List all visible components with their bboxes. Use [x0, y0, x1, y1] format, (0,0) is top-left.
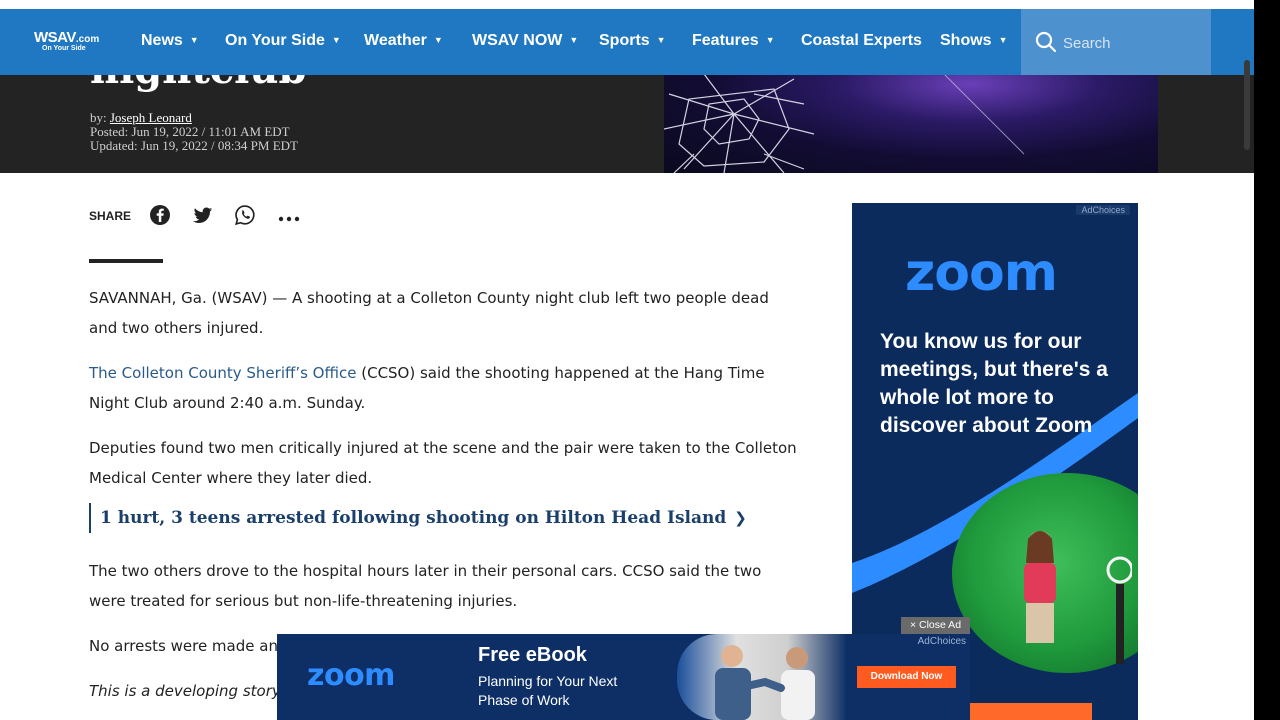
chevron-down-icon: ▼ — [569, 35, 579, 45]
scrollbar-thumb[interactable] — [1244, 60, 1250, 150]
search-icon — [1035, 31, 1057, 53]
adchoices-badge[interactable]: AdChoices — [918, 636, 966, 647]
facebook-icon[interactable] — [149, 204, 171, 226]
shattered-glass-graphic — [664, 74, 1025, 173]
nav-item-wsav-now[interactable]: WSAV NOW ▼ — [472, 32, 578, 50]
chevron-down-icon: ▼ — [189, 35, 199, 45]
nav-item-label: News — [141, 32, 183, 49]
updated-date: Updated: Jun 19, 2022 / 08:34 PM EDT — [90, 138, 298, 153]
zoom-logo: zoom — [307, 658, 395, 693]
author-link[interactable]: Joseph Leonard — [110, 110, 192, 125]
chevron-down-icon: ▼ — [433, 35, 443, 45]
nav-item-label: Features — [692, 32, 759, 49]
posted-date: Posted: Jun 19, 2022 / 11:01 AM EDT — [90, 124, 290, 139]
chevron-right-icon: ❯ — [734, 509, 747, 527]
article-paragraph: The Colleton County Sheriff’s Office (CC… — [89, 358, 799, 418]
window-edge — [1254, 0, 1280, 720]
browser-viewport: nightclub by: Joseph Leonard Posted: Jun… — [0, 0, 1254, 720]
nav-item-weather[interactable]: Weather ▼ — [364, 32, 443, 50]
nav-item-label: Coastal Experts — [801, 32, 922, 49]
search-box[interactable] — [1021, 9, 1211, 75]
sidebar-ad-cta[interactable] — [970, 703, 1092, 720]
nav-item-label: Weather — [364, 32, 427, 49]
sidebar-ad-headline: You know us for our meetings, but there'… — [880, 330, 1108, 437]
nav-item-coastal-experts[interactable]: Coastal Experts — [801, 32, 922, 50]
related-article-title: 1 hurt, 3 teens arrested following shoot… — [100, 508, 727, 528]
nav-item-label: Sports — [599, 32, 650, 49]
search-input[interactable] — [1061, 31, 1205, 55]
byline: by: Joseph Leonard Posted: Jun 19, 2022 … — [90, 111, 298, 153]
article-paragraph: The two others drove to the hospital hou… — [89, 562, 762, 610]
chevron-down-icon: ▼ — [656, 35, 666, 45]
related-article-link[interactable]: 1 hurt, 3 teens arrested following shoot… — [89, 503, 747, 533]
browser-top-strip — [0, 0, 1254, 9]
nav-item-label: Shows — [940, 32, 992, 49]
logo-main: WSAV — [34, 29, 76, 46]
nav-item-shows[interactable]: Shows ▼ — [940, 32, 1007, 50]
divider — [89, 259, 163, 263]
close-ad-button[interactable]: × Close Ad — [901, 617, 970, 634]
nav-item-news[interactable]: News ▼ — [141, 32, 199, 50]
nav-item-label: WSAV NOW — [472, 32, 563, 49]
nav-item-label: On Your Side — [225, 32, 325, 49]
logo-tagline: On Your Side — [42, 45, 86, 52]
more-options-icon[interactable] — [278, 210, 300, 222]
download-now-button[interactable]: Download Now — [857, 666, 956, 688]
nav-item-on-your-side[interactable]: On Your Side ▼ — [225, 32, 341, 50]
people-elbow-bump-graphic — [715, 645, 815, 720]
hero-image — [664, 74, 1158, 173]
ad-photo — [677, 634, 847, 720]
ring-light-graphic — [1106, 556, 1132, 664]
person-illustration — [1024, 531, 1056, 643]
ad-title: Free eBook — [478, 644, 587, 666]
chevron-down-icon: ▼ — [765, 35, 775, 45]
logo-suffix: .com — [75, 34, 100, 45]
whatsapp-icon[interactable] — [234, 204, 256, 226]
article-paragraph: Deputies found two men critically injure… — [89, 439, 797, 487]
article-paragraph: SAVANNAH, Ga. (WSAV) — A shooting at a C… — [89, 289, 769, 337]
nav-item-features[interactable]: Features ▼ — [692, 32, 775, 50]
nav-item-sports[interactable]: Sports ▼ — [599, 32, 666, 50]
sheriff-office-link[interactable]: The Colleton County Sheriff’s Office — [89, 364, 356, 382]
site-logo[interactable]: WSAV.com On Your Side — [34, 29, 99, 52]
byline-prefix: by: — [90, 110, 107, 125]
bottom-banner-ad[interactable]: AdChoices zoom Free eBook Planning for Y… — [277, 634, 970, 720]
share-label: SHARE — [89, 209, 132, 223]
ad-subtitle: Planning for Your Next Phase of Work — [478, 673, 618, 708]
chevron-down-icon: ▼ — [998, 35, 1008, 45]
twitter-icon[interactable] — [192, 204, 214, 226]
chevron-down-icon: ▼ — [331, 35, 341, 45]
